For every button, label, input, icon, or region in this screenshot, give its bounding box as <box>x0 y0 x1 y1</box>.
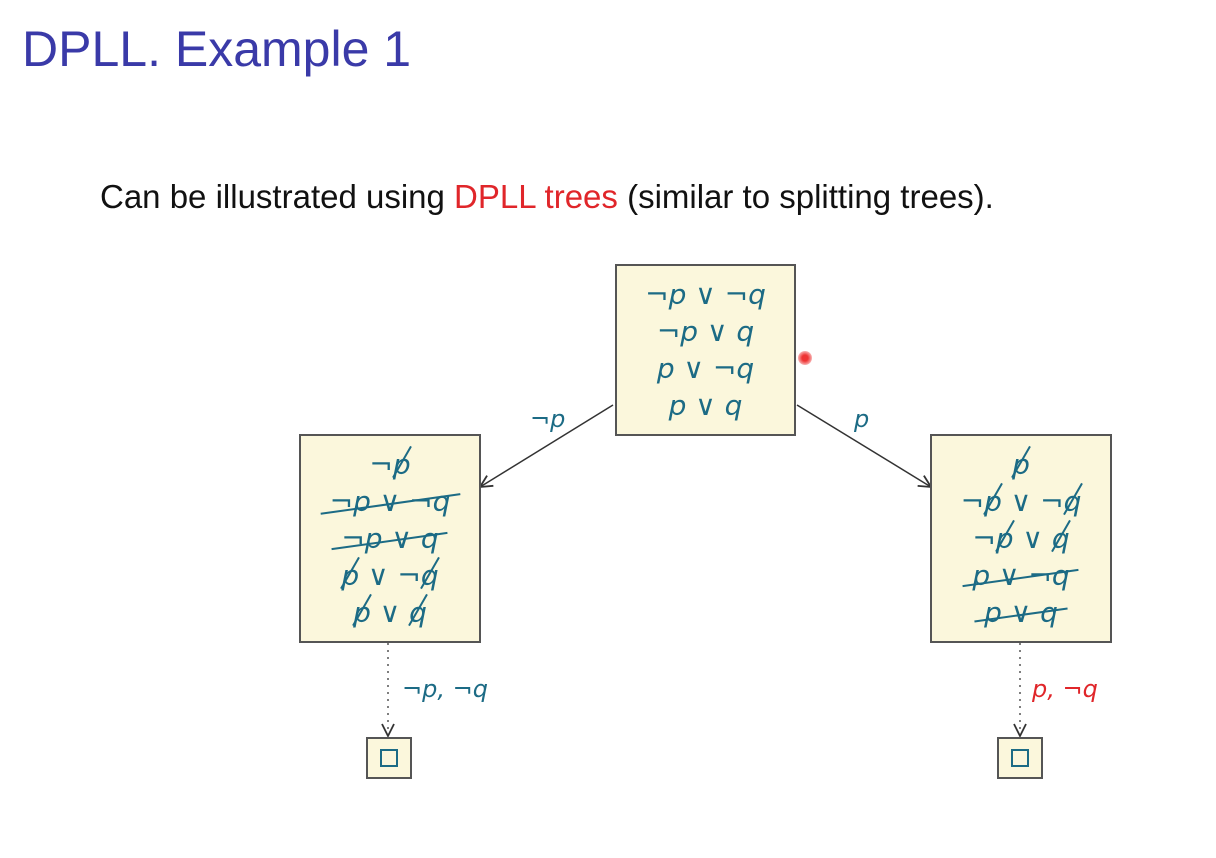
empty-clause-icon <box>380 749 398 767</box>
literal: q <box>409 596 427 629</box>
literal: ¬q <box>712 352 755 385</box>
connective: ∨ <box>370 485 410 518</box>
leaf-label-right: p, ¬q <box>1032 675 1098 703</box>
connective: ∨ <box>382 522 421 555</box>
literal: q <box>1051 522 1070 555</box>
connective: ∨ <box>698 315 737 348</box>
literal: p <box>1012 448 1030 481</box>
clause: p ∨ ¬q <box>341 557 438 594</box>
connective: ∨ <box>990 559 1029 592</box>
clause: p ∨ q <box>669 387 743 424</box>
literal: p <box>656 352 675 385</box>
literal: ¬p <box>656 315 699 348</box>
literal: p <box>392 448 411 481</box>
literal: p <box>341 559 360 592</box>
connective: ∨ <box>674 352 713 385</box>
pointer-cursor-icon <box>798 351 812 365</box>
clause: ¬p ∨ q <box>972 520 1069 557</box>
literal: p <box>984 596 1002 629</box>
clause: p ∨ q <box>353 594 427 631</box>
literal: p <box>984 485 1002 518</box>
literal: ¬p <box>645 278 687 311</box>
empty-clause-icon <box>1011 749 1029 767</box>
right-node: p ¬p ∨ ¬q ¬p ∨ qp ∨ ¬q p ∨ q <box>930 434 1112 643</box>
clause: ¬p ∨ ¬q <box>330 483 451 520</box>
literal: ¬p <box>329 485 371 518</box>
literal: q <box>1063 485 1082 518</box>
literal: ¬q <box>409 485 451 518</box>
connective: ∨ ¬ <box>1001 485 1064 518</box>
left-node: ¬p ¬p ∨ ¬q ¬p ∨ qp ∨ ¬q p ∨ q <box>299 434 481 643</box>
leaf-node-left <box>366 737 412 779</box>
clause: p <box>1012 446 1030 483</box>
clause: ¬p ∨ ¬q <box>961 483 1082 520</box>
literal: q <box>736 315 755 348</box>
root-node: ¬p ∨ ¬q ¬p ∨ qp ∨ ¬q p ∨ q <box>615 264 796 436</box>
literal: ¬q <box>724 278 766 311</box>
connective: ∨ <box>1013 522 1052 555</box>
clause: p ∨ ¬q <box>972 557 1069 594</box>
clause: ¬p ∨ ¬q <box>645 276 766 313</box>
connective: ∨ <box>1001 596 1041 629</box>
connective: ∨ <box>686 389 725 422</box>
literal: p <box>995 522 1014 555</box>
clause: ¬p <box>369 446 410 483</box>
edge-label-left: ¬p <box>530 405 566 433</box>
connective: ¬ <box>960 485 985 518</box>
leaf-label-left: ¬p, ¬q <box>402 675 488 703</box>
clause: p ∨ q <box>984 594 1058 631</box>
literal: ¬q <box>1028 559 1070 592</box>
connective: ∨ <box>686 278 725 311</box>
literal: q <box>724 389 743 422</box>
connective: ¬ <box>369 448 393 481</box>
literal: p <box>668 389 687 422</box>
literal: q <box>420 522 439 555</box>
tree-edges <box>0 404 1216 858</box>
connective: ∨ ¬ <box>359 559 421 592</box>
literal: ¬p <box>341 522 383 555</box>
leaf-node-right <box>997 737 1043 779</box>
literal: q <box>1040 596 1058 629</box>
literal: p <box>353 596 371 629</box>
connective: ¬ <box>972 522 996 555</box>
clause: ¬p ∨ q <box>341 520 438 557</box>
connective: ∨ <box>370 596 410 629</box>
clause: p ∨ ¬q <box>657 350 754 387</box>
edge-label-right: p <box>854 405 870 433</box>
literal: q <box>420 559 439 592</box>
clause: ¬p ∨ q <box>657 313 754 350</box>
literal: p <box>972 559 991 592</box>
